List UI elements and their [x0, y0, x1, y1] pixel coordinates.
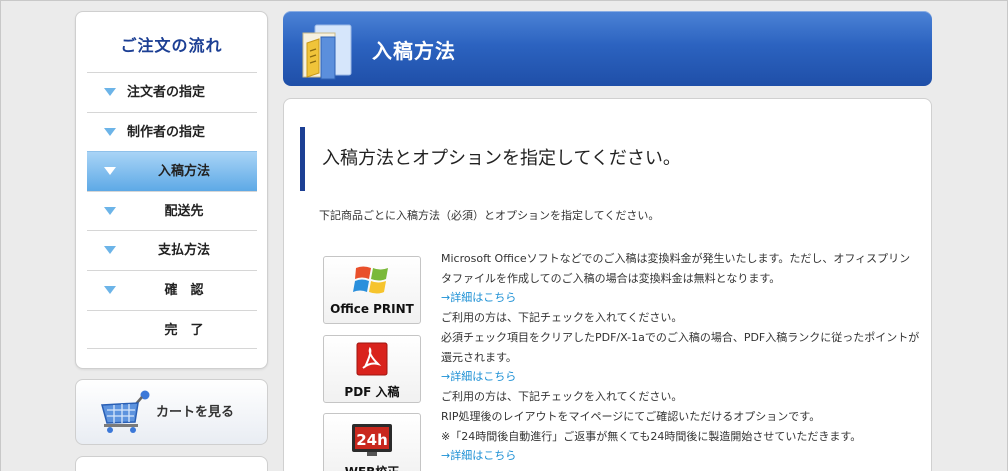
shopping-cart-icon: [101, 390, 150, 433]
office-print-option[interactable]: Office PRINT: [323, 256, 421, 324]
heading-accent-bar: [300, 127, 305, 191]
step-orderer[interactable]: 注文者の指定: [87, 72, 257, 112]
main-content: 入稿方法とオプションを指定してください。 下記商品ごとに入稿方法（必須）とオプシ…: [283, 98, 932, 471]
section-heading: 入稿方法とオプションを指定してください。: [322, 148, 681, 169]
page-title: 入稿方法: [372, 39, 456, 63]
step-confirm[interactable]: 確 認: [87, 269, 257, 310]
web-proof-option[interactable]: 24h WEB校正: [323, 413, 421, 471]
office-print-description: Microsoft Officeソフトなどでのご入稿は変換料金が発生いたします。…: [441, 249, 921, 327]
page-header: 入稿方法: [283, 11, 932, 86]
order-flow-steps: 注文者の指定 制作者の指定 入稿方法 配送先 支払方法 確 認 完 了: [87, 72, 257, 350]
web-proof-description: RIP処理後のレイアウトをマイページにてご確認いただけるオプションです。 ※「2…: [441, 407, 921, 466]
option-text: Microsoft Officeソフトなどでのご入稿は変換料金が発生いたします。…: [441, 252, 911, 285]
monitor-24h-text: 24h: [356, 431, 388, 449]
step-label: 確 認: [164, 282, 204, 298]
order-flow-title: ご注文の流れ: [120, 36, 223, 55]
step-label: 配送先: [164, 203, 204, 219]
acrobat-icon: [356, 342, 388, 376]
option-text-2: ※「24時間後自動進行」ご返事が無くても24時間後に製造開始させていただきます。: [441, 429, 862, 443]
option-note: ご利用の方は、下記チェックを入れてください。: [441, 389, 683, 403]
pdf-submission-option[interactable]: PDF 入稿: [323, 335, 421, 403]
option-text: 必須チェック項目をクリアしたPDF/X-1aでのご入稿の場合、PDF入稿ランクに…: [441, 331, 920, 364]
triangle-down-icon: [104, 127, 116, 136]
step-delivery[interactable]: 配送先: [87, 190, 257, 231]
step-creator[interactable]: 制作者の指定: [87, 111, 257, 152]
view-cart-button[interactable]: カートを見る: [75, 379, 268, 445]
monitor-24h-icon: 24h: [352, 424, 392, 456]
pdf-submission-description: 必須チェック項目をクリアしたPDF/X-1aでのご入稿の場合、PDF入稿ランクに…: [441, 328, 921, 406]
option-label: PDF 入稿: [344, 385, 400, 399]
windows-logo-icon: [353, 266, 388, 294]
option-label: WEB校正: [324, 463, 420, 471]
folder-documents-icon: [302, 24, 352, 80]
step-label: 支払方法: [157, 243, 210, 259]
step-label: 注文者の指定: [127, 85, 206, 100]
step-label: 入稿方法: [157, 164, 210, 180]
option-label: Office PRINT: [330, 302, 414, 316]
option-text: RIP処理後のレイアウトをマイページにてご確認いただけるオプションです。: [441, 410, 821, 423]
cart-label: カートを見る: [156, 405, 235, 420]
details-link[interactable]: →詳細はこちら: [441, 288, 921, 308]
intro-text: 下記商品ごとに入稿方法（必須）とオプションを指定してください。: [319, 209, 660, 222]
step-complete[interactable]: 完 了: [87, 309, 257, 350]
option-note: ご利用の方は、下記チェックを入れてください。: [441, 310, 683, 324]
triangle-down-icon: [104, 88, 116, 96]
details-link[interactable]: →詳細はこちら: [441, 367, 921, 387]
step-label: 完 了: [164, 322, 204, 338]
step-submission-method[interactable]: 入稿方法: [87, 151, 257, 191]
order-flow-panel: ご注文の流れ 注文者の指定 制作者の指定 入稿方法 配送先 支払方法 確 認 完…: [75, 11, 268, 369]
details-link[interactable]: →詳細はこちら: [441, 446, 921, 466]
step-label: 制作者の指定: [127, 124, 206, 140]
sidebar-next-panel: [75, 456, 268, 471]
step-payment[interactable]: 支払方法: [87, 230, 257, 270]
